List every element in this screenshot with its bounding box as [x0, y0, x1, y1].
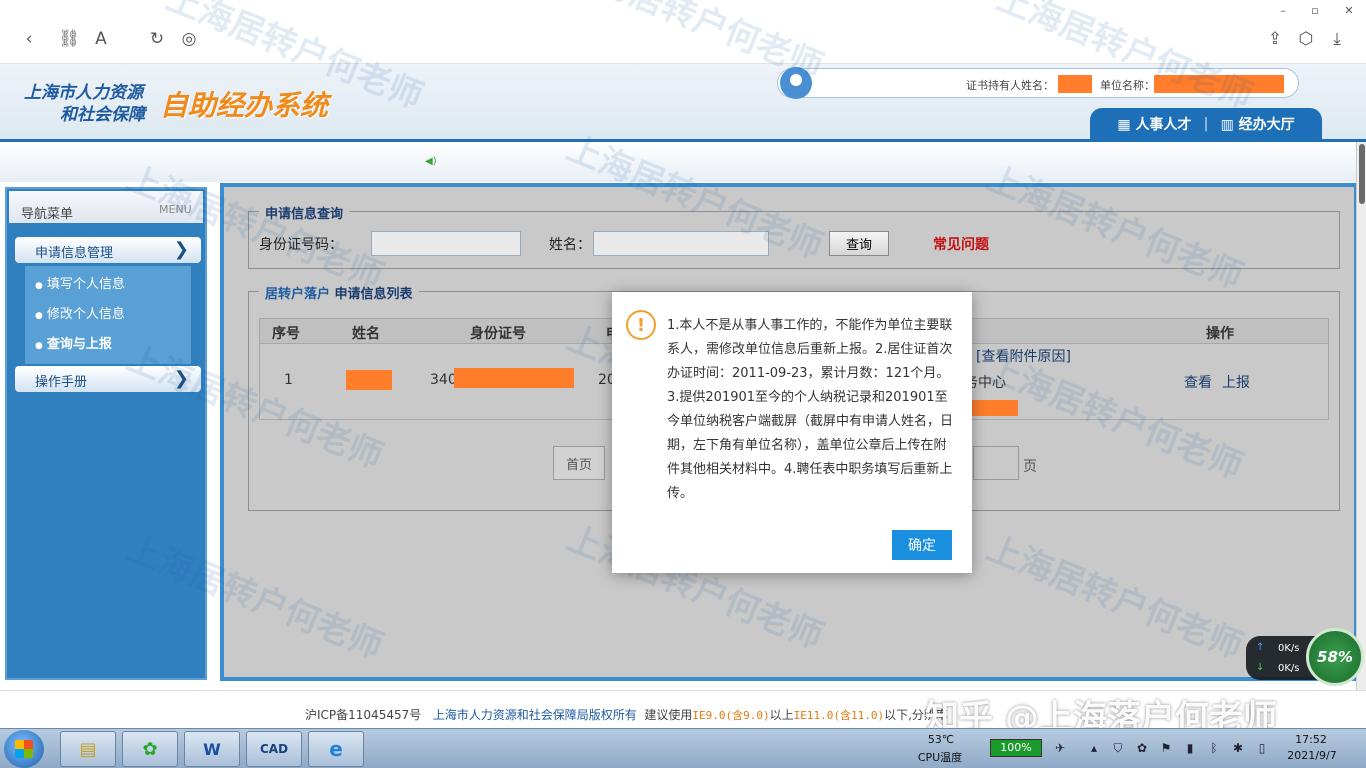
taskbar: ▤ ✿ W CAD e 53℃ CPU温度 100% ✈ ▴ ⛉ ✿ ⚑ ▮ ᛒ…: [0, 728, 1366, 768]
download-arrow-icon: ↓: [1256, 662, 1265, 673]
signal-icon[interactable]: ▮: [1182, 741, 1198, 757]
copyright-text: 上海市人力资源和社会保障局版权所有: [432, 708, 637, 722]
upload-speed: 0K/s: [1278, 643, 1300, 654]
windows-logo-icon: [15, 740, 33, 758]
icp-text: 沪ICP备11045457号: [305, 708, 422, 722]
tray-expand-icon[interactable]: ▴: [1086, 741, 1102, 757]
wechat-icon: ✿: [142, 738, 158, 760]
taskbar-ie[interactable]: e: [308, 731, 364, 767]
taskbar-wechat[interactable]: ✿: [122, 731, 178, 767]
warning-icon: !: [626, 310, 656, 340]
shield-icon[interactable]: ⛉: [1110, 741, 1126, 757]
usb-icon[interactable]: ▯: [1254, 741, 1270, 757]
ie-icon: e: [329, 737, 343, 761]
wechat-tray-icon[interactable]: ✿: [1134, 741, 1150, 757]
upload-arrow-icon: ↑: [1256, 642, 1265, 653]
folder-icon: ▤: [79, 738, 97, 760]
cpu-temp: 53℃: [927, 733, 955, 746]
taskbar-explorer[interactable]: ▤: [60, 731, 116, 767]
cad-icon: CAD: [259, 742, 289, 756]
footer-text: 沪ICP备11045457号 上海市人力资源和社会保障局版权所有 建议使用IE9…: [305, 708, 948, 722]
bluetooth-icon[interactable]: ᛒ: [1206, 741, 1222, 757]
alert-dialog: ! 1.本人不是从事人事工作的，不能作为单位主要联系人，需修改单位信息后重新上报…: [612, 292, 972, 573]
battery-indicator[interactable]: 100%: [990, 739, 1042, 757]
alert-message: 1.本人不是从事人事工作的，不能作为单位主要联系人，需修改单位信息后重新上报。2…: [667, 318, 954, 501]
start-button[interactable]: [4, 730, 44, 768]
cpu-label: CPU温度: [917, 751, 963, 764]
clock-date[interactable]: 2021/9/7: [1280, 749, 1344, 762]
network-icon[interactable]: ⚑: [1158, 741, 1174, 757]
memory-gauge[interactable]: 58%: [1306, 628, 1364, 686]
download-speed: 0K/s: [1278, 663, 1300, 674]
antivirus-icon[interactable]: ✱: [1230, 741, 1246, 757]
clock-time[interactable]: 17:52: [1286, 733, 1336, 746]
wps-icon: W: [203, 739, 221, 759]
confirm-button[interactable]: 确定: [892, 530, 952, 560]
taskbar-wps[interactable]: W: [184, 731, 240, 767]
plane-icon[interactable]: ✈: [1052, 741, 1068, 757]
taskbar-cad[interactable]: CAD: [246, 731, 302, 767]
